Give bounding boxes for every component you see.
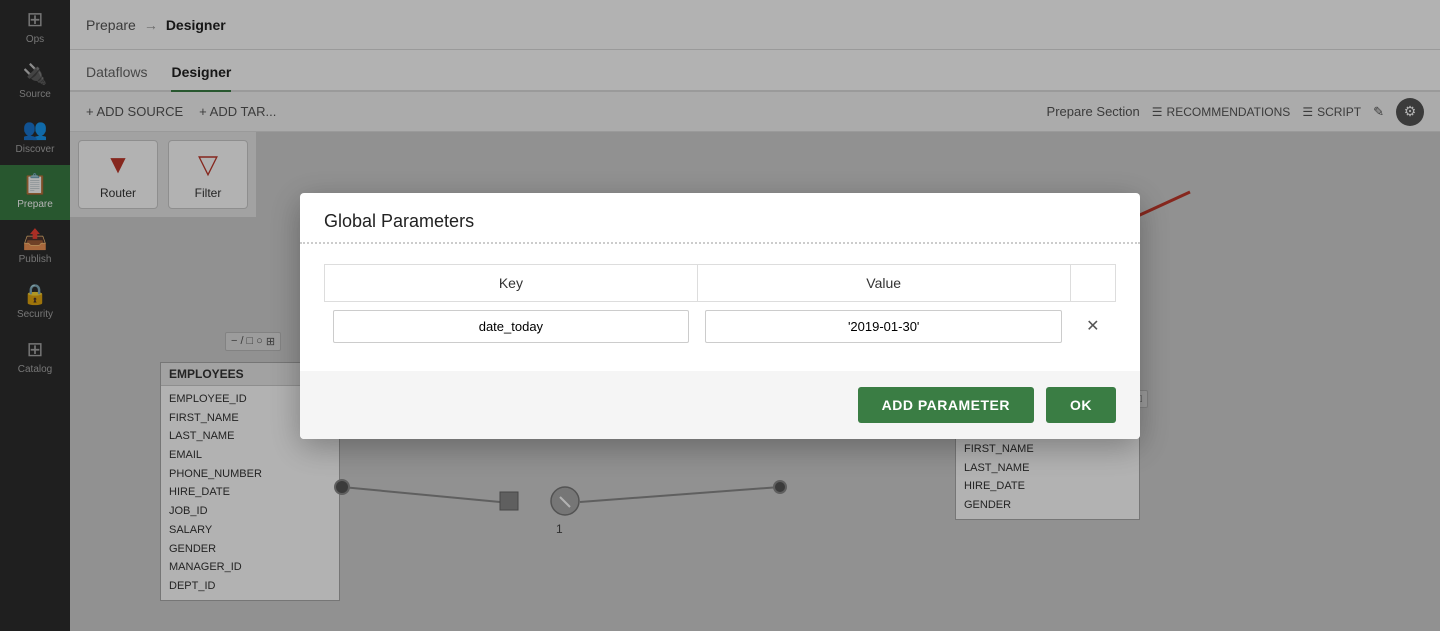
modal-body: Key Value (300, 244, 1140, 371)
value-input-0[interactable] (705, 310, 1062, 343)
modal-overlay[interactable]: Global Parameters Key Value (0, 0, 1440, 631)
ok-button[interactable]: OK (1046, 387, 1116, 423)
delete-column-header (1070, 264, 1115, 301)
modal-header: Global Parameters (300, 193, 1140, 244)
modal-title: Global Parameters (324, 211, 474, 231)
parameters-table: Key Value (324, 264, 1116, 351)
key-input-0[interactable] (333, 310, 690, 343)
value-cell-0 (697, 301, 1070, 351)
add-parameter-button[interactable]: ADD PARAMETER (858, 387, 1034, 423)
key-cell-0 (325, 301, 698, 351)
parameter-row-0: ✕ (325, 301, 1116, 351)
value-column-header: Value (697, 264, 1070, 301)
modal-footer: ADD PARAMETER OK (300, 371, 1140, 439)
global-parameters-modal: Global Parameters Key Value (300, 193, 1140, 439)
key-column-header: Key (325, 264, 698, 301)
delete-row-0-button[interactable]: ✕ (1078, 312, 1107, 340)
delete-cell-0: ✕ (1070, 301, 1115, 351)
